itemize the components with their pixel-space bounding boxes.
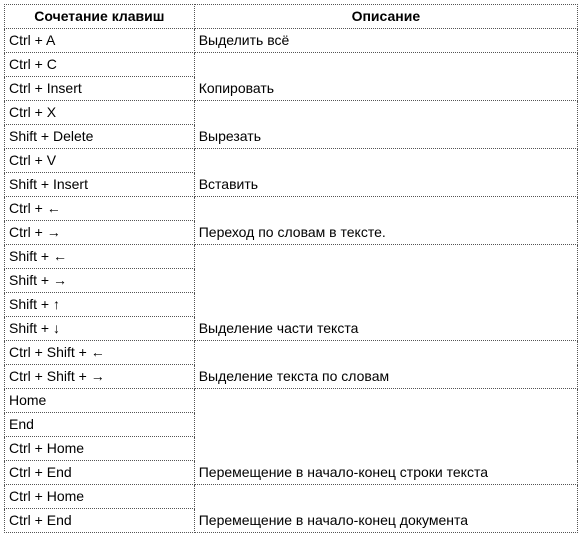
table-row: Ctrl + →Переход по словам в тексте. [5,221,578,245]
shortcut-cell: Shift + Insert [5,173,195,197]
description-cell: Перемещение в начало-конец документа [194,509,577,533]
shortcuts-table: Сочетание клавиш Описание Ctrl + AВыдели… [4,4,578,533]
description-cell [194,389,577,413]
shortcut-cell: Ctrl + Home [5,437,195,461]
description-cell [194,341,577,365]
table-row: Ctrl + InsertКопировать [5,77,578,101]
header-shortcut: Сочетание клавиш [5,5,195,29]
header-description: Описание [194,5,577,29]
shortcut-cell: Ctrl + X [5,101,195,125]
shortcut-cell: Shift + ← [5,245,195,269]
description-cell: Выделение текста по словам [194,365,577,389]
table-row: Shift + → [5,269,578,293]
description-cell [194,485,577,509]
description-cell [194,149,577,173]
shortcut-cell: Ctrl + End [5,461,195,485]
description-cell [194,197,577,221]
shortcut-cell: Ctrl + A [5,29,195,53]
shortcut-cell: Ctrl + Insert [5,77,195,101]
shortcut-cell: Ctrl + Shift + ← [5,341,195,365]
table-row: Shift + ← [5,245,578,269]
table-row: Ctrl + EndПеремещение в начало-конец док… [5,509,578,533]
description-cell [194,269,577,293]
table-row: Ctrl + EndПеремещение в начало-конец стр… [5,461,578,485]
table-row: Ctrl + Home [5,485,578,509]
shortcut-cell: Shift + ↑ [5,293,195,317]
table-row: Ctrl + X [5,101,578,125]
shortcut-cell: Ctrl + ← [5,197,195,221]
table-row: End [5,413,578,437]
description-cell: Выделение части текста [194,317,577,341]
shortcut-cell: Shift + Delete [5,125,195,149]
shortcut-cell: Home [5,389,195,413]
shortcut-cell: Ctrl + Home [5,485,195,509]
table-row: Shift + ↓Выделение части текста [5,317,578,341]
shortcut-cell: End [5,413,195,437]
description-cell [194,53,577,77]
shortcut-cell: Ctrl + V [5,149,195,173]
shortcut-cell: Shift + → [5,269,195,293]
shortcut-cell: Ctrl + → [5,221,195,245]
table-row: Ctrl + Shift + →Выделение текста по слов… [5,365,578,389]
description-cell: Перемещение в начало-конец строки текста [194,461,577,485]
table-row: Shift + ↑ [5,293,578,317]
table-header-row: Сочетание клавиш Описание [5,5,578,29]
table-row: Home [5,389,578,413]
table-row: Ctrl + Shift + ← [5,341,578,365]
description-cell: Переход по словам в тексте. [194,221,577,245]
shortcut-cell: Shift + ↓ [5,317,195,341]
description-cell [194,245,577,269]
shortcut-cell: Ctrl + C [5,53,195,77]
description-cell: Копировать [194,77,577,101]
description-cell [194,413,577,437]
table-row: Shift + InsertВставить [5,173,578,197]
description-cell: Вырезать [194,125,577,149]
description-cell [194,437,577,461]
shortcut-cell: Ctrl + End [5,509,195,533]
table-row: Ctrl + AВыделить всё [5,29,578,53]
description-cell [194,101,577,125]
shortcut-cell: Ctrl + Shift + → [5,365,195,389]
description-cell [194,293,577,317]
table-row: Ctrl + Home [5,437,578,461]
description-cell: Вставить [194,173,577,197]
table-row: Ctrl + V [5,149,578,173]
table-row: Ctrl + C [5,53,578,77]
table-row: Ctrl + ← [5,197,578,221]
table-row: Shift + DeleteВырезать [5,125,578,149]
description-cell: Выделить всё [194,29,577,53]
